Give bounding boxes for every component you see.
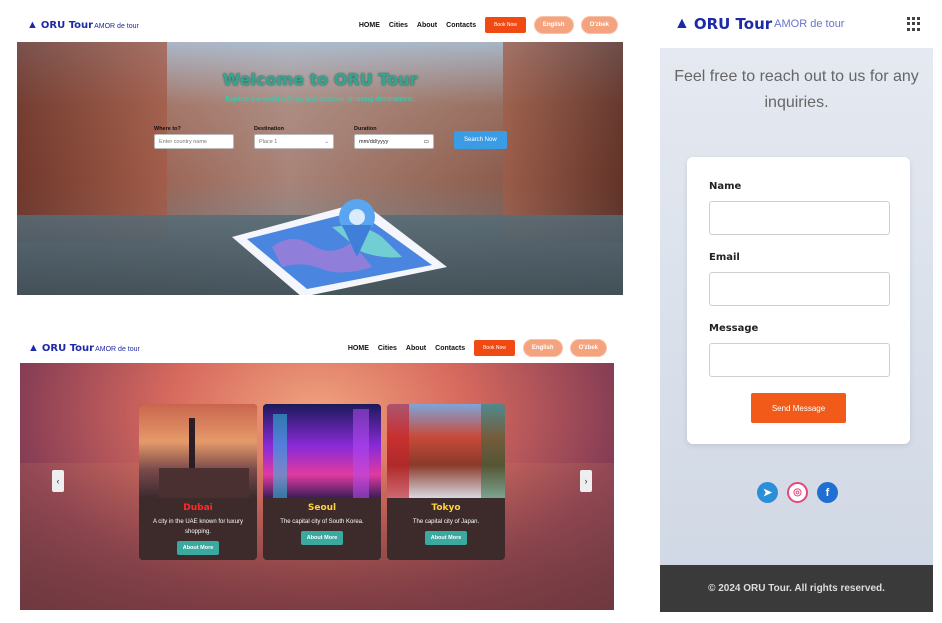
destination-select[interactable]: Place 1 ⌄: [254, 134, 334, 149]
instagram-icon[interactable]: ◎: [787, 482, 808, 503]
hero-subtitle: Explore the world with us and discover a…: [225, 96, 415, 103]
chevron-left-icon: ‹: [56, 476, 60, 486]
brand-name: ORU Tour: [40, 20, 94, 31]
navbar-cities: ▲ ORU Tour AMOR de tour HOME Cities Abou…: [20, 334, 614, 362]
city-card-tokyo: Tokyo The capital city of Japan. About M…: [387, 404, 505, 560]
dubai-image: [139, 404, 257, 498]
city-name: Seoul: [307, 503, 337, 513]
carousel-next-button[interactable]: ›: [580, 470, 592, 492]
logo[interactable]: ▲ ORU Tour AMOR de tour: [27, 19, 139, 31]
hero-screenshot: ▲ ORU Tour AMOR de tour HOME Cities Abou…: [17, 10, 623, 295]
nav-contacts[interactable]: Contacts: [446, 22, 476, 29]
book-now-button[interactable]: Book Now: [474, 340, 515, 356]
city-name: Tokyo: [431, 503, 461, 513]
logo-triangle-icon: ▲: [27, 19, 38, 31]
brand-tagline: AMOR de tour: [95, 346, 140, 353]
city-description: The capital city of Japan.: [412, 519, 480, 525]
tokyo-image: [387, 404, 505, 498]
telegram-icon[interactable]: ➤: [757, 482, 778, 503]
logo[interactable]: ▲ ORU Tour AMOR de tour: [28, 342, 140, 354]
uzbek-button[interactable]: O'zbek: [581, 17, 617, 33]
english-button[interactable]: English: [523, 340, 562, 356]
brand-name: ORU Tour: [41, 343, 95, 354]
brand-tagline: AMOR de tour: [774, 18, 845, 30]
city-card-seoul: Seoul The capital city of South Korea. A…: [263, 404, 381, 560]
destination-label: Destination: [254, 126, 284, 132]
brand-tagline: AMOR de tour: [94, 23, 139, 30]
name-label: Name: [709, 181, 742, 192]
carousel-prev-button[interactable]: ‹: [52, 470, 64, 492]
footer: © 2024 ORU Tour. All rights reserved.: [660, 565, 933, 612]
nav-about[interactable]: About: [406, 345, 426, 352]
logo-triangle-icon: ▲: [28, 342, 39, 354]
chevron-down-icon: ⌄: [324, 138, 329, 145]
nav-home[interactable]: HOME: [348, 345, 369, 352]
social-links: ➤ ◎ f: [757, 482, 838, 503]
book-now-button[interactable]: Book Now: [485, 17, 526, 33]
email-field[interactable]: [709, 272, 890, 306]
cities-screenshot: ▲ ORU Tour AMOR de tour HOME Cities Abou…: [20, 334, 614, 610]
search-form: Where to? Enter country name Destination…: [154, 126, 507, 149]
city-name: Dubai: [183, 503, 213, 513]
nav-contacts[interactable]: Contacts: [435, 345, 465, 352]
menu-grid-icon[interactable]: [907, 17, 921, 31]
english-button[interactable]: English: [534, 17, 573, 33]
about-more-button[interactable]: About More: [424, 531, 468, 545]
hero-banner: Welcome to ORU Tour Explore the world wi…: [17, 42, 623, 295]
where-label: Where to?: [154, 126, 181, 132]
logo-triangle-icon: ▲: [674, 15, 690, 32]
chevron-right-icon: ›: [584, 476, 588, 486]
message-label: Message: [709, 323, 759, 334]
send-message-button[interactable]: Send Message: [751, 393, 846, 423]
email-label: Email: [709, 252, 740, 263]
contact-intro: Feel free to reach out to us for any inq…: [674, 68, 919, 111]
about-more-button[interactable]: About More: [176, 541, 220, 555]
search-now-button[interactable]: Search Now: [454, 131, 507, 149]
navbar: ▲ ORU Tour AMOR de tour HOME Cities Abou…: [17, 10, 623, 40]
copyright-text: © 2024 ORU Tour. All rights reserved.: [708, 583, 885, 594]
contact-form: Name Email Message Send Message: [687, 157, 910, 444]
date-input[interactable]: mm/dd/yyyy ▭: [354, 134, 434, 149]
hero-title: Welcome to ORU Tour: [222, 70, 418, 89]
nav-home[interactable]: HOME: [359, 22, 380, 29]
contact-screenshot: ▲ ORU Tour AMOR de tour Feel free to rea…: [660, 0, 933, 612]
city-description: A city in the UAE known for luxury shopp…: [152, 519, 244, 535]
duration-label: Duration: [354, 126, 377, 132]
name-field[interactable]: [709, 201, 890, 235]
map-pin-illustration: [232, 199, 447, 295]
city-card-dubai: Dubai A city in the UAE known for luxury…: [139, 404, 257, 560]
nav-about[interactable]: About: [417, 22, 437, 29]
about-more-button[interactable]: About More: [300, 531, 344, 545]
nav-cities[interactable]: Cities: [378, 345, 397, 352]
calendar-icon: ▭: [423, 138, 429, 145]
date-placeholder: mm/dd/yyyy: [359, 138, 389, 145]
destination-value: Place 1: [259, 138, 278, 145]
mobile-navbar: ▲ ORU Tour AMOR de tour: [660, 0, 933, 48]
facebook-icon[interactable]: f: [817, 482, 838, 503]
message-field[interactable]: [709, 343, 890, 377]
nav-cities[interactable]: Cities: [389, 22, 408, 29]
cities-carousel: ‹ › Dubai A city in the UAE known for lu…: [20, 363, 614, 610]
brand-name[interactable]: ORU Tour: [694, 15, 772, 33]
uzbek-button[interactable]: O'zbek: [570, 340, 606, 356]
city-description: The capital city of South Korea.: [280, 519, 364, 525]
seoul-image: [263, 404, 381, 498]
country-input[interactable]: Enter country name: [154, 134, 234, 149]
